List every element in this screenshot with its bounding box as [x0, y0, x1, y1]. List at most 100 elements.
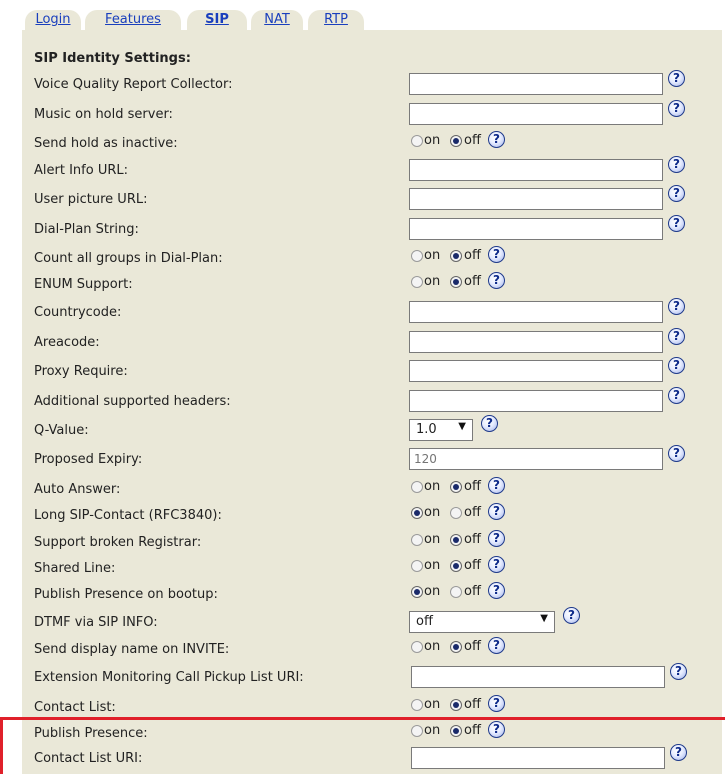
- help-icon[interactable]: ?: [668, 100, 685, 117]
- q-value-selected: 1.0: [416, 422, 437, 437]
- help-icon[interactable]: ?: [488, 637, 505, 654]
- help-icon[interactable]: ?: [668, 357, 685, 374]
- radio-off-label: off: [464, 723, 481, 738]
- contact-list-uri-label: Contact List URI:: [34, 751, 143, 766]
- radio-off-label: off: [464, 697, 481, 712]
- radio-off[interactable]: [450, 481, 462, 493]
- radio-on-label: on: [424, 723, 441, 738]
- radio-on[interactable]: [411, 250, 423, 262]
- help-icon[interactable]: ?: [668, 387, 685, 404]
- help-icon[interactable]: ?: [563, 607, 580, 624]
- radio-off[interactable]: [450, 534, 462, 546]
- help-icon[interactable]: ?: [670, 663, 687, 680]
- help-icon[interactable]: ?: [488, 477, 505, 494]
- q-value-select[interactable]: 1.0 ▼: [409, 419, 473, 441]
- music-on-hold-input[interactable]: [409, 103, 663, 125]
- voice-quality-label: Voice Quality Report Collector:: [34, 77, 233, 92]
- radio-on[interactable]: [411, 135, 423, 147]
- additional-headers-input[interactable]: [409, 390, 663, 412]
- radio-on-label: on: [424, 584, 441, 599]
- radio-on[interactable]: [411, 560, 423, 572]
- radio-on[interactable]: [411, 481, 423, 493]
- radio-on[interactable]: [411, 586, 423, 598]
- radio-off[interactable]: [450, 250, 462, 262]
- row-proxy-require: Proxy Require: ?: [34, 357, 714, 385]
- radio-off[interactable]: [450, 641, 462, 653]
- help-icon[interactable]: ?: [668, 445, 685, 462]
- tab-nat[interactable]: NAT: [251, 10, 303, 30]
- countrycode-input[interactable]: [409, 301, 663, 323]
- help-icon[interactable]: ?: [668, 70, 685, 87]
- additional-headers-label: Additional supported headers:: [34, 394, 231, 409]
- dtmf-selected: off: [416, 614, 433, 629]
- alert-info-url-input[interactable]: [409, 159, 663, 181]
- help-icon[interactable]: ?: [488, 246, 505, 263]
- radio-off[interactable]: [450, 507, 462, 519]
- radio-on[interactable]: [411, 699, 423, 711]
- proposed-expiry-input[interactable]: [409, 448, 663, 470]
- tab-features[interactable]: Features: [85, 10, 181, 30]
- help-icon[interactable]: ?: [670, 744, 687, 761]
- row-support-broken-registrar: Support broken Registrar: on off ?: [34, 530, 714, 556]
- ext-monitoring-uri-input[interactable]: [411, 666, 665, 688]
- voice-quality-input[interactable]: [409, 73, 663, 95]
- radio-off[interactable]: [450, 586, 462, 598]
- help-icon[interactable]: ?: [488, 556, 505, 573]
- tab-rtp[interactable]: RTP: [308, 10, 364, 30]
- help-icon[interactable]: ?: [668, 156, 685, 173]
- row-publish-presence: Publish Presence: on off ?: [34, 721, 714, 747]
- send-hold-inactive-label: Send hold as inactive:: [34, 136, 178, 151]
- row-contact-list: Contact List: on off ?: [34, 695, 714, 721]
- dial-plan-string-label: Dial-Plan String:: [34, 222, 139, 237]
- send-display-name-label: Send display name on INVITE:: [34, 642, 230, 657]
- countrycode-label: Countrycode:: [34, 305, 122, 320]
- tab-rtp-link[interactable]: RTP: [324, 12, 348, 27]
- radio-off[interactable]: [450, 699, 462, 711]
- help-icon[interactable]: ?: [481, 415, 498, 432]
- radio-off[interactable]: [450, 135, 462, 147]
- music-on-hold-label: Music on hold server:: [34, 107, 173, 122]
- radio-on[interactable]: [411, 534, 423, 546]
- radio-on[interactable]: [411, 725, 423, 737]
- help-icon[interactable]: ?: [488, 131, 505, 148]
- radio-on[interactable]: [411, 276, 423, 288]
- proxy-require-input[interactable]: [409, 360, 663, 382]
- help-icon[interactable]: ?: [668, 185, 685, 202]
- tab-sip-link[interactable]: SIP: [205, 12, 229, 27]
- dtmf-sip-info-select[interactable]: off ▼: [409, 611, 555, 633]
- areacode-input[interactable]: [409, 331, 663, 353]
- radio-off[interactable]: [450, 276, 462, 288]
- row-user-picture-url: User picture URL: ?: [34, 185, 714, 213]
- row-contact-list-uri: Contact List URI: ?: [34, 744, 714, 772]
- row-send-hold-inactive: Send hold as inactive: on off ?: [34, 131, 714, 157]
- help-icon[interactable]: ?: [668, 298, 685, 315]
- count-all-groups-label: Count all groups in Dial-Plan:: [34, 251, 223, 266]
- radio-off[interactable]: [450, 560, 462, 572]
- tab-features-link[interactable]: Features: [105, 12, 161, 27]
- radio-off[interactable]: [450, 725, 462, 737]
- dial-plan-string-input[interactable]: [409, 218, 663, 240]
- help-icon[interactable]: ?: [488, 695, 505, 712]
- publish-presence-label: Publish Presence:: [34, 726, 148, 741]
- radio-off-label: off: [464, 532, 481, 547]
- help-icon[interactable]: ?: [488, 272, 505, 289]
- radio-on-label: on: [424, 505, 441, 520]
- radio-on-label: on: [424, 274, 441, 289]
- radio-on[interactable]: [411, 641, 423, 653]
- proposed-expiry-label: Proposed Expiry:: [34, 452, 143, 467]
- help-icon[interactable]: ?: [488, 503, 505, 520]
- help-icon[interactable]: ?: [668, 215, 685, 232]
- tab-login[interactable]: Login: [25, 10, 81, 30]
- contact-list-uri-input[interactable]: [411, 747, 665, 769]
- help-icon[interactable]: ?: [488, 721, 505, 738]
- help-icon[interactable]: ?: [488, 582, 505, 599]
- tab-login-link[interactable]: Login: [35, 12, 70, 27]
- help-icon[interactable]: ?: [488, 530, 505, 547]
- tab-nat-link[interactable]: NAT: [264, 12, 290, 27]
- user-picture-url-input[interactable]: [409, 188, 663, 210]
- row-ext-monitoring-uri: Extension Monitoring Call Pickup List UR…: [34, 663, 714, 691]
- tab-sip[interactable]: SIP: [187, 10, 247, 30]
- help-icon[interactable]: ?: [668, 328, 685, 345]
- radio-on[interactable]: [411, 507, 423, 519]
- radio-off-label: off: [464, 133, 481, 148]
